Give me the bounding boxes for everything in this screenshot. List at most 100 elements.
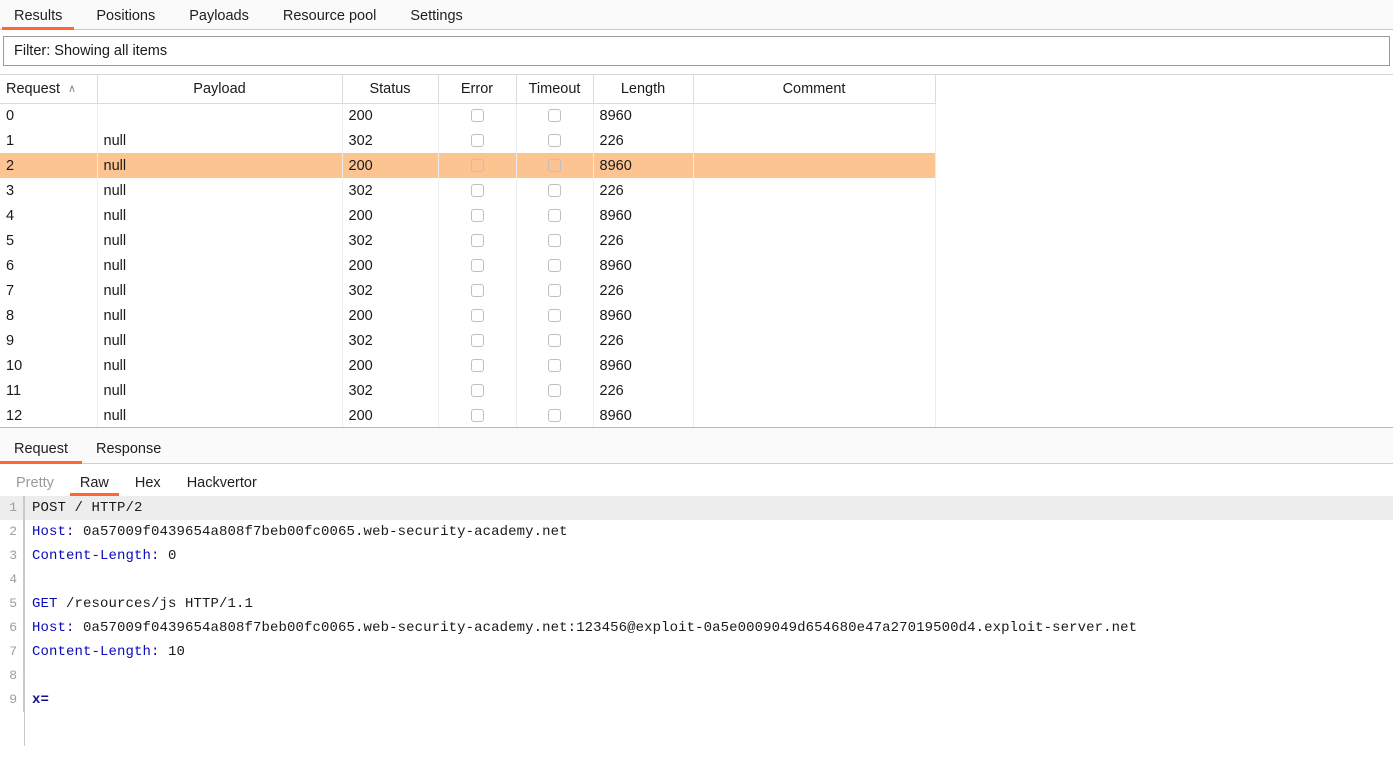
column-header-timeout[interactable]: Timeout: [516, 75, 593, 103]
checkbox-icon[interactable]: [548, 109, 561, 122]
cell-length: 8960: [593, 103, 693, 128]
column-header-status[interactable]: Status: [342, 75, 438, 103]
tab-settings[interactable]: Settings: [410, 9, 462, 30]
cell-timeout[interactable]: [516, 253, 593, 278]
cell-error[interactable]: [438, 303, 516, 328]
column-header-error[interactable]: Error: [438, 75, 516, 103]
table-row[interactable]: 6null2008960: [0, 253, 935, 278]
cell-error[interactable]: [438, 128, 516, 153]
tab-request[interactable]: Request: [14, 442, 68, 464]
column-header-payload[interactable]: Payload: [97, 75, 342, 103]
table-row[interactable]: 12null2008960: [0, 403, 935, 428]
checkbox-icon[interactable]: [471, 159, 484, 172]
tab-positions[interactable]: Positions: [96, 9, 155, 30]
checkbox-icon[interactable]: [548, 359, 561, 372]
tab-response[interactable]: Response: [96, 442, 161, 464]
editor-line-text[interactable]: Host: 0a57009f0439654a808f7beb00fc0065.w…: [24, 616, 1137, 640]
table-row[interactable]: 10null2008960: [0, 353, 935, 378]
cell-error[interactable]: [438, 353, 516, 378]
cell-timeout[interactable]: [516, 303, 593, 328]
editor-line-text[interactable]: x=: [24, 688, 49, 712]
editor-line-text[interactable]: Host: 0a57009f0439654a808f7beb00fc0065.w…: [24, 520, 568, 544]
cell-timeout[interactable]: [516, 178, 593, 203]
table-row[interactable]: 5null302226: [0, 228, 935, 253]
table-row[interactable]: 4null2008960: [0, 203, 935, 228]
cell-timeout[interactable]: [516, 403, 593, 428]
cell-timeout[interactable]: [516, 128, 593, 153]
cell-error[interactable]: [438, 178, 516, 203]
editor-line-text[interactable]: [24, 664, 41, 688]
table-row[interactable]: 7null302226: [0, 278, 935, 303]
column-header-comment[interactable]: Comment: [693, 75, 935, 103]
cell-error[interactable]: [438, 228, 516, 253]
cell-request: 11: [0, 378, 97, 403]
checkbox-icon[interactable]: [471, 259, 484, 272]
table-row[interactable]: 2null2008960: [0, 153, 935, 178]
tab-raw[interactable]: Raw: [80, 476, 109, 497]
table-row[interactable]: 9null302226: [0, 328, 935, 353]
table-row[interactable]: 3null302226: [0, 178, 935, 203]
checkbox-icon[interactable]: [548, 384, 561, 397]
checkbox-icon[interactable]: [548, 259, 561, 272]
editor-line-text[interactable]: Content-Length: 10: [24, 640, 185, 664]
cell-error[interactable]: [438, 403, 516, 428]
checkbox-icon[interactable]: [471, 409, 484, 422]
table-row[interactable]: 02008960: [0, 103, 935, 128]
checkbox-icon[interactable]: [471, 209, 484, 222]
cell-error[interactable]: [438, 378, 516, 403]
tab-pretty-label: Pretty: [16, 475, 54, 491]
tab-resource-pool[interactable]: Resource pool: [283, 9, 377, 30]
column-header-length[interactable]: Length: [593, 75, 693, 103]
checkbox-icon[interactable]: [548, 334, 561, 347]
checkbox-icon[interactable]: [471, 284, 484, 297]
cell-timeout[interactable]: [516, 278, 593, 303]
checkbox-icon[interactable]: [471, 384, 484, 397]
tab-pretty[interactable]: Pretty: [16, 476, 54, 497]
checkbox-icon[interactable]: [471, 109, 484, 122]
checkbox-icon[interactable]: [548, 134, 561, 147]
checkbox-icon[interactable]: [548, 309, 561, 322]
editor-line-text[interactable]: POST / HTTP/2: [24, 496, 143, 520]
cell-error[interactable]: [438, 203, 516, 228]
checkbox-icon[interactable]: [471, 334, 484, 347]
checkbox-icon[interactable]: [548, 284, 561, 297]
http-request-editor[interactable]: 1POST / HTTP/22Host: 0a57009f0439654a808…: [0, 496, 1393, 746]
checkbox-icon[interactable]: [548, 159, 561, 172]
cell-error[interactable]: [438, 153, 516, 178]
checkbox-icon[interactable]: [471, 234, 484, 247]
tab-hackvertor[interactable]: Hackvertor: [187, 476, 257, 497]
cell-error[interactable]: [438, 278, 516, 303]
filter-label: Filter: Showing all items: [14, 43, 167, 59]
cell-timeout[interactable]: [516, 378, 593, 403]
editor-line-text[interactable]: GET /resources/js HTTP/1.1: [24, 592, 253, 616]
editor-line-text[interactable]: [24, 568, 41, 592]
cell-error[interactable]: [438, 103, 516, 128]
table-row[interactable]: 8null2008960: [0, 303, 935, 328]
cell-error[interactable]: [438, 253, 516, 278]
tab-results[interactable]: Results: [14, 9, 62, 30]
table-row[interactable]: 1null302226: [0, 128, 935, 153]
checkbox-icon[interactable]: [471, 184, 484, 197]
checkbox-icon[interactable]: [548, 234, 561, 247]
tab-hex[interactable]: Hex: [135, 476, 161, 497]
cell-error[interactable]: [438, 328, 516, 353]
tab-payloads[interactable]: Payloads: [189, 9, 249, 30]
checkbox-icon[interactable]: [471, 134, 484, 147]
checkbox-icon[interactable]: [471, 309, 484, 322]
cell-timeout[interactable]: [516, 353, 593, 378]
checkbox-icon[interactable]: [548, 184, 561, 197]
cell-payload: null: [97, 153, 342, 178]
checkbox-icon[interactable]: [471, 359, 484, 372]
filter-bar[interactable]: Filter: Showing all items: [3, 36, 1390, 66]
results-table-container[interactable]: Request∧ Payload Status Error Timeout Le…: [0, 74, 1393, 428]
cell-timeout[interactable]: [516, 103, 593, 128]
editor-line-text[interactable]: Content-Length: 0: [24, 544, 177, 568]
cell-timeout[interactable]: [516, 228, 593, 253]
column-header-request[interactable]: Request∧: [0, 75, 97, 103]
cell-timeout[interactable]: [516, 203, 593, 228]
cell-timeout[interactable]: [516, 153, 593, 178]
checkbox-icon[interactable]: [548, 409, 561, 422]
cell-timeout[interactable]: [516, 328, 593, 353]
checkbox-icon[interactable]: [548, 209, 561, 222]
table-row[interactable]: 11null302226: [0, 378, 935, 403]
